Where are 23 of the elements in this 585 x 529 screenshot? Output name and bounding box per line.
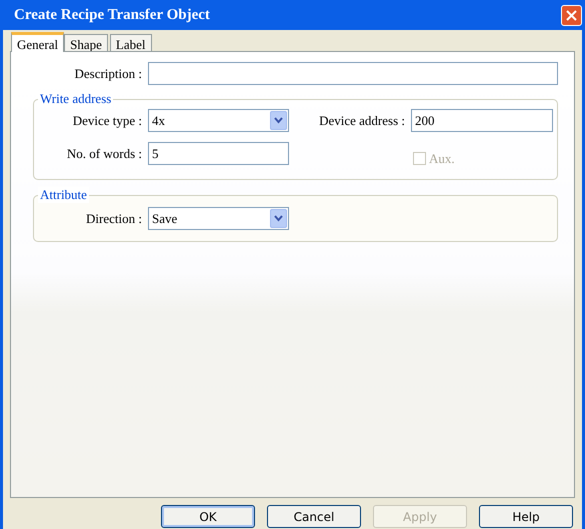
tab[interactable]: Label: [110, 34, 152, 52]
words-field[interactable]: 5: [148, 142, 289, 166]
field-label: Description :: [73, 64, 143, 83]
aux-label: Aux.: [429, 150, 455, 168]
group-title: Attribute: [38, 187, 89, 203]
field-label: Device type :: [72, 112, 143, 130]
window-title: Create Recipe Transfer Object: [14, 6, 210, 25]
dialog-button[interactable]: Cancel: [267, 505, 361, 528]
close-button[interactable]: [561, 4, 582, 26]
close-icon: [566, 10, 577, 20]
dialog-button[interactable]: Help: [479, 505, 573, 528]
field-label: Device address :: [318, 112, 406, 130]
selected-value: 4x: [152, 112, 165, 130]
field-label: Direction :: [85, 210, 143, 228]
dialog-button[interactable]: OK: [161, 505, 255, 528]
device-address-field[interactable]: 200: [411, 109, 553, 132]
device-type-select[interactable]: 4x: [148, 109, 289, 132]
selected-value: Save: [152, 210, 178, 228]
tab[interactable]: Shape: [64, 34, 108, 52]
direction-select[interactable]: Save: [148, 207, 289, 230]
tab[interactable]: General: [11, 32, 64, 52]
field-label: No. of words :: [66, 145, 143, 163]
description-field[interactable]: [148, 62, 558, 85]
